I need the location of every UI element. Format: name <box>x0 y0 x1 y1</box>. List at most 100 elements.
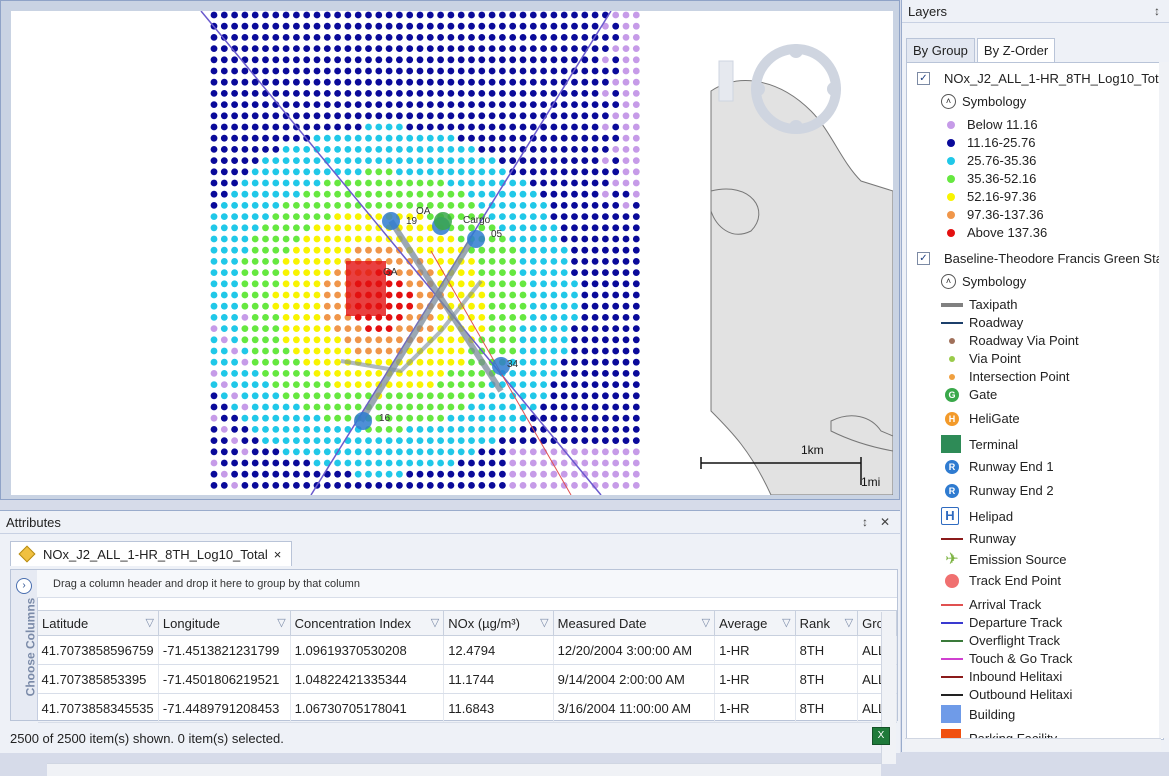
concentration-point <box>447 202 455 209</box>
filter-icon[interactable]: ▽ <box>540 616 548 629</box>
concentration-point <box>509 146 517 153</box>
concentration-point <box>375 157 383 165</box>
concentration-point <box>396 157 403 165</box>
table-row[interactable]: 41.7073858596759 -71.4513821231799 1.09619… <box>37 635 897 665</box>
concentration-point <box>293 101 300 108</box>
concentration-point <box>540 134 547 142</box>
concentration-point <box>262 437 269 444</box>
concentration-point <box>447 45 455 52</box>
layers-header: Layers ↕ <box>902 0 1169 23</box>
concentration-point <box>509 347 517 355</box>
layers-vertical-scrollbar[interactable] <box>1159 62 1169 738</box>
concentration-point <box>437 336 444 344</box>
legend-item: Runway <box>941 531 1016 546</box>
concentration-point <box>344 22 352 30</box>
column-header[interactable]: NOx (µg/m³) ▽ <box>443 610 554 636</box>
concentration-point <box>519 213 527 221</box>
concentration-point <box>591 90 599 97</box>
tab-close-icon[interactable]: × <box>274 547 282 562</box>
concentration-point <box>560 381 568 388</box>
table-row[interactable]: 41.707385853395 -71.4501806219521 1.048224… <box>37 664 897 694</box>
concentration-point <box>293 78 300 86</box>
concentration-point <box>313 22 321 30</box>
concentration-point <box>571 22 578 30</box>
legend-label: Roadway Via Point <box>969 333 1079 348</box>
concentration-point <box>550 302 558 310</box>
concentration-point <box>262 414 269 422</box>
concentration-point <box>293 213 300 221</box>
concentration-point <box>602 302 609 310</box>
concentration-point <box>602 224 609 232</box>
concentration-point <box>262 112 269 120</box>
concentration-point <box>272 392 280 400</box>
concentration-point <box>478 291 486 299</box>
layers-horizontal-scrollbar[interactable] <box>905 738 1161 751</box>
layer-row[interactable]: ✓ NOx_J2_ALL_1-HR_8TH_Log10_Total <box>917 71 1163 86</box>
column-header[interactable]: Longitude ▽ <box>157 610 291 636</box>
concentration-point <box>220 325 228 332</box>
tab-by-group[interactable]: By Group <box>906 38 975 62</box>
table-row[interactable]: 41.7073858345535 -71.4489791208453 1.06730… <box>37 693 897 723</box>
excel-export-icon[interactable]: X <box>872 727 890 745</box>
concentration-point <box>612 213 620 221</box>
concentration-point <box>323 67 331 75</box>
concentration-point <box>591 258 599 265</box>
grid-horizontal-scrollbar[interactable] <box>47 763 881 776</box>
concentration-point <box>602 67 609 75</box>
concentration-point <box>385 258 393 265</box>
layer-visibility-checkbox[interactable]: ✓ <box>917 72 930 85</box>
column-header[interactable]: Average ▽ <box>714 610 796 636</box>
concentration-point <box>396 302 403 310</box>
concentration-point <box>262 123 269 131</box>
concentration-map[interactable]: 19OACargo0534GA16 <box>11 11 893 495</box>
collapse-chevron-icon[interactable]: ˄ <box>941 94 956 109</box>
pin-icon[interactable]: ↕ <box>862 515 868 529</box>
column-header[interactable]: Latitude ▽ <box>37 610 159 636</box>
pin-icon[interactable]: ↕ <box>1154 4 1160 18</box>
concentration-point <box>303 403 311 411</box>
close-icon[interactable]: ✕ <box>880 515 890 529</box>
legend-item: H HeliGate <box>941 411 1020 426</box>
concentration-point <box>416 470 424 478</box>
concentration-point <box>437 202 444 209</box>
expand-chevron-icon[interactable]: › <box>16 578 32 594</box>
concentration-point <box>622 67 630 75</box>
concentration-point <box>313 101 321 108</box>
concentration-point <box>529 347 537 355</box>
filter-icon[interactable]: ▽ <box>431 616 439 629</box>
symbology-toggle[interactable]: ˄ Symbology <box>941 94 1026 109</box>
column-header[interactable]: Measured Date ▽ <box>552 610 716 636</box>
map-canvas[interactable]: 19 OA Cargo 05 34 GA 16 1km 1mi <box>11 11 893 495</box>
filter-icon[interactable]: ▽ <box>782 616 790 629</box>
column-header[interactable]: Concentration Index ▽ <box>289 610 445 636</box>
concentration-point <box>375 101 383 108</box>
concentration-point <box>303 101 311 108</box>
layer-visibility-checkbox[interactable]: ✓ <box>917 252 930 265</box>
concentration-point <box>519 269 527 276</box>
symbology-toggle[interactable]: ˄ Symbology <box>941 274 1026 289</box>
collapse-chevron-icon[interactable]: ˄ <box>941 274 956 289</box>
concentration-point <box>282 90 290 97</box>
concentration-point <box>396 482 403 489</box>
filter-icon[interactable]: ▽ <box>702 616 710 629</box>
column-header[interactable]: Rank ▽ <box>794 610 859 636</box>
choose-columns-panel[interactable]: › Choose Columns <box>11 570 38 720</box>
concentration-point <box>323 246 331 254</box>
concentration-point <box>385 246 393 254</box>
filter-icon[interactable]: ▽ <box>145 616 153 629</box>
table-cell: 1.06730705178041 <box>290 693 445 723</box>
concentration-point <box>354 325 362 332</box>
group-by-hint[interactable]: Drag a column header and drop it here to… <box>37 570 897 598</box>
concentration-point <box>632 414 640 422</box>
concentration-point <box>262 280 269 288</box>
concentration-point <box>220 146 228 153</box>
concentration-point <box>262 224 269 232</box>
attributes-layer-tab[interactable]: NOx_J2_ALL_1-HR_8TH_Log10_Total × <box>10 541 293 566</box>
concentration-point <box>447 358 455 366</box>
concentration-point <box>540 45 547 52</box>
layer-row[interactable]: ✓ Baseline-Theodore Francis Green Sta <box>917 251 1163 266</box>
concentration-point <box>468 459 475 467</box>
filter-icon[interactable]: ▽ <box>277 616 285 629</box>
filter-icon[interactable]: ▽ <box>845 616 853 629</box>
tab-by-z-order[interactable]: By Z-Order <box>976 38 1056 62</box>
